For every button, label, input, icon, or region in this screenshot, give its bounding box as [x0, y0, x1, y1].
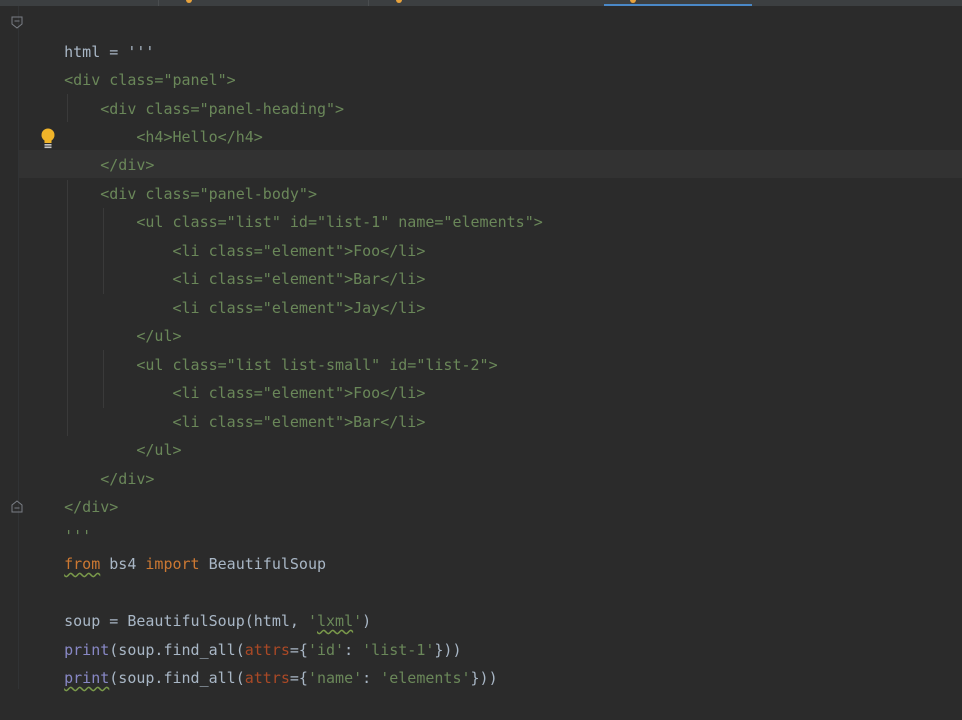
- code-line: </div>: [28, 465, 118, 516]
- code-line: soup = BeautifulSoup(html, 'lxml'): [28, 579, 371, 630]
- code-line: <ul class="list list-small" id="list-2">: [28, 323, 497, 374]
- code-line: <li class="element">Bar</li>: [28, 380, 425, 431]
- tab-active[interactable]: [604, 0, 752, 6]
- code-line: html = ''': [28, 10, 154, 61]
- tab-file-icon: [396, 0, 402, 3]
- code-line: <li class="element">Jay</li>: [28, 266, 425, 317]
- code-line: <div class="panel">: [28, 38, 236, 89]
- code-line: ''': [28, 494, 91, 545]
- line-text: print(soup.find_all(attrs={'name': 'elem…: [64, 669, 498, 687]
- tab-separator: [368, 0, 369, 6]
- code-line: <h4>Hello</h4>: [28, 95, 262, 146]
- code-line: print(soup.find_all(attrs={'name': 'elem…: [28, 636, 498, 687]
- code-line: </ul>: [28, 294, 181, 345]
- gutter-divider: [18, 6, 19, 689]
- code-line: <div class="panel-heading">: [28, 67, 344, 118]
- code-line: from bs4 import BeautifulSoup: [28, 522, 326, 573]
- code-line: <div class="panel-body">: [28, 152, 317, 203]
- tab-file-icon: [630, 0, 636, 3]
- code-line: print(soup.find_all(attrs={'id': 'list-1…: [28, 608, 461, 659]
- fold-end-icon[interactable]: [11, 500, 23, 513]
- code-line: <ul class="list" id="list-1" name="eleme…: [28, 180, 542, 231]
- code-line: </div>: [28, 437, 154, 488]
- code-line: <li class="element">Foo</li>: [28, 351, 425, 402]
- code-line: </div>: [28, 123, 154, 174]
- code-line: <li class="element">Bar</li>: [28, 237, 425, 288]
- code-line: </ul>: [28, 408, 181, 459]
- editor-tab-bar[interactable]: [0, 0, 962, 6]
- fold-start-icon[interactable]: [11, 16, 23, 29]
- tab-file-icon: [186, 0, 192, 3]
- tab-separator: [158, 0, 159, 6]
- line-text: from bs4 import BeautifulSoup: [64, 555, 327, 573]
- code-line: <li class="element">Foo</li>: [28, 209, 425, 260]
